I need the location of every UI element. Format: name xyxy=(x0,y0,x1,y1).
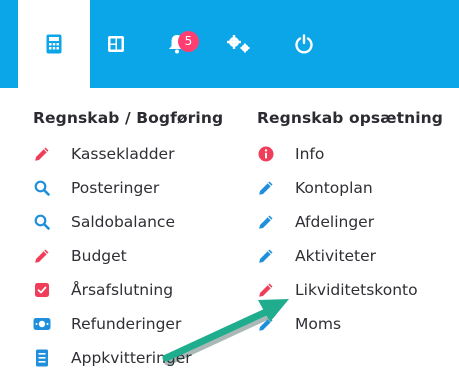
annotation-arrow-icon xyxy=(162,299,289,366)
